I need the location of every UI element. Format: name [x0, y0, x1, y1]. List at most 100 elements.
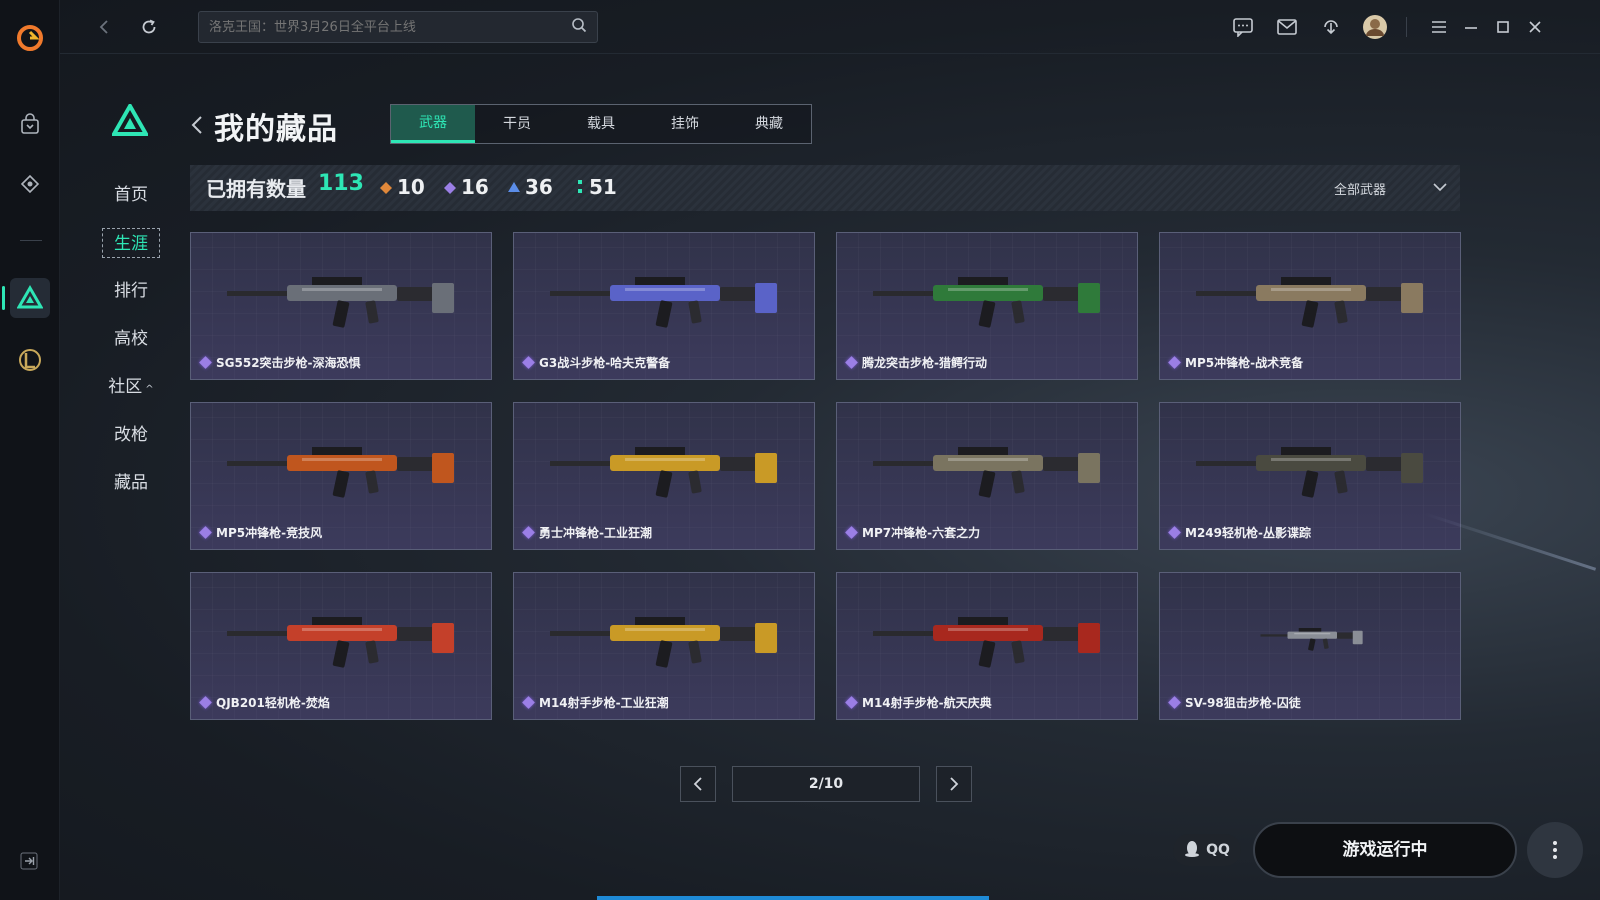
- back-button[interactable]: [90, 12, 120, 42]
- rail-divider: [20, 240, 42, 241]
- prev-page-button[interactable]: [680, 766, 716, 802]
- user-avatar[interactable]: [1360, 12, 1390, 42]
- weapon-name-text: M14射手步枪-工业狂潮: [539, 696, 669, 710]
- weapon-image: [550, 617, 777, 668]
- tab-charms[interactable]: 挂饰: [643, 105, 727, 143]
- pagination: 2/10: [680, 766, 972, 802]
- tab-vehicles[interactable]: 载具: [559, 105, 643, 143]
- nav-item-college[interactable]: 高校: [96, 324, 166, 354]
- weapon-image: [550, 277, 777, 328]
- purple-gem-icon: [199, 696, 212, 709]
- qq-label: QQ: [1206, 842, 1230, 858]
- store-bag-icon[interactable]: [10, 104, 50, 144]
- nav-item-label: 首页: [114, 185, 148, 205]
- delta-game-icon[interactable]: [10, 278, 50, 318]
- weapon-image: [550, 447, 777, 498]
- nav-item-community[interactable]: 社区 ^: [96, 372, 166, 402]
- more-vertical-icon: [1553, 841, 1557, 859]
- tab-operators[interactable]: 干员: [475, 105, 559, 143]
- weapon-card[interactable]: 勇士冲锋枪-工业狂潮: [513, 402, 815, 550]
- weapon-name: 腾龙突击步枪-猎鳄行动: [845, 354, 987, 371]
- weapon-filter-dropdown[interactable]: 全部武器: [1334, 165, 1448, 211]
- close-icon[interactable]: [1520, 12, 1550, 42]
- tab-prestige[interactable]: 典藏: [727, 105, 811, 143]
- purple-gem-icon: [1168, 526, 1181, 539]
- rarity-count: 36: [525, 175, 553, 199]
- nav-item-home[interactable]: 首页: [96, 180, 166, 210]
- top-bar: [60, 0, 1600, 54]
- weapon-name: M249轻机枪-丛影谍踪: [1168, 524, 1311, 541]
- weapon-name-text: M14射手步枪-航天庆典: [862, 696, 992, 710]
- weapon-name: QJB201轻机枪-焚焰: [199, 694, 330, 711]
- maximize-icon[interactable]: [1488, 12, 1518, 42]
- weapon-card[interactable]: MP5冲锋枪-竞技风: [190, 402, 492, 550]
- weapon-name: M14射手步枪-工业狂潮: [522, 694, 669, 711]
- weapon-card[interactable]: G3战斗步枪-哈夫克警备: [513, 232, 815, 380]
- purple-gem-icon: [199, 356, 212, 369]
- refresh-button[interactable]: [134, 12, 164, 42]
- collection-tabs: 武器 干员 载具 挂饰 典藏: [390, 104, 812, 144]
- weapon-card[interactable]: QJB201轻机枪-焚焰: [190, 572, 492, 720]
- collapse-sidebar-icon[interactable]: [20, 852, 38, 874]
- nav-item-collection[interactable]: 藏品: [96, 468, 166, 498]
- weapon-card[interactable]: MP5冲锋枪-战术竞备: [1159, 232, 1461, 380]
- title-back-icon[interactable]: [190, 114, 204, 140]
- nav-item-label: 生涯: [114, 234, 148, 254]
- weapon-card[interactable]: M14射手步枪-工业狂潮: [513, 572, 815, 720]
- game-tag-icon[interactable]: [10, 164, 50, 204]
- rail-active-indicator: [2, 286, 5, 310]
- weapon-name-text: G3战斗步枪-哈夫克警备: [539, 356, 671, 370]
- next-page-button[interactable]: [936, 766, 972, 802]
- league-game-icon[interactable]: [10, 340, 50, 380]
- weapon-name: MP5冲锋枪-战术竞备: [1168, 354, 1303, 371]
- weapon-name-text: MP7冲锋枪-六套之力: [862, 526, 981, 540]
- weapon-card[interactable]: M14射手步枪-航天庆典: [836, 572, 1138, 720]
- weapon-card[interactable]: 腾龙突击步枪-猎鳄行动: [836, 232, 1138, 380]
- app-rail: [0, 0, 60, 900]
- weapon-card[interactable]: SV-98狙击步枪-囚徒: [1159, 572, 1461, 720]
- nav-item-ranking[interactable]: 排行: [96, 276, 166, 306]
- weapon-card[interactable]: M249轻机枪-丛影谍踪: [1159, 402, 1461, 550]
- purple-gem-icon: [522, 696, 535, 709]
- minimize-icon[interactable]: [1456, 12, 1486, 42]
- more-options-button[interactable]: [1527, 822, 1583, 878]
- mail-icon[interactable]: [1272, 12, 1302, 42]
- weapon-name-text: 腾龙突击步枪-猎鳄行动: [862, 356, 987, 370]
- bottom-accent-strip: [597, 896, 989, 900]
- download-icon[interactable]: [1316, 12, 1346, 42]
- qq-login-button[interactable]: QQ: [1173, 834, 1241, 866]
- delta-logo-icon: [110, 101, 150, 140]
- owned-stats-bar: 已拥有数量 113 10 16 36 51 全部武器: [190, 165, 1460, 211]
- owned-count-label: 已拥有数量: [206, 177, 306, 201]
- weapon-card[interactable]: MP7冲锋枪-六套之力: [836, 402, 1138, 550]
- weapon-name: M14射手步枪-航天庆典: [845, 694, 992, 711]
- purple-gem-icon: [199, 526, 212, 539]
- weapon-card[interactable]: SG552突击步枪-深海恐惧: [190, 232, 492, 380]
- qq-penguin-icon: [1184, 839, 1200, 861]
- weapon-image: [1196, 277, 1423, 328]
- rarity-count: 16: [461, 175, 489, 199]
- weapon-name: SG552突击步枪-深海恐惧: [199, 354, 361, 371]
- tab-weapons[interactable]: 武器: [391, 105, 475, 143]
- nav-item-label: 改枪: [114, 425, 148, 445]
- search-box[interactable]: [198, 11, 598, 43]
- green-gem-icon: [576, 175, 584, 199]
- chat-icon[interactable]: [1228, 12, 1258, 42]
- game-running-button[interactable]: 游戏运行中: [1253, 822, 1517, 878]
- chevron-up-icon: ^: [145, 384, 154, 395]
- rarity-stat-purple: 16: [444, 175, 489, 199]
- app-logo-icon[interactable]: [10, 18, 50, 58]
- menu-icon[interactable]: [1424, 12, 1454, 42]
- nav-item-gunsmith[interactable]: 改枪: [96, 420, 166, 450]
- search-icon[interactable]: [571, 17, 587, 37]
- weapon-name-text: M249轻机枪-丛影谍踪: [1185, 526, 1311, 540]
- weapon-name-text: SG552突击步枪-深海恐惧: [216, 356, 361, 370]
- purple-gem-icon: [1168, 356, 1181, 369]
- search-input[interactable]: [209, 19, 571, 35]
- nav-item-career[interactable]: 生涯: [102, 228, 160, 258]
- weapon-image: [873, 277, 1100, 328]
- chevron-down-icon: [1432, 181, 1448, 196]
- weapon-image: [1196, 447, 1423, 498]
- purple-gem-icon: [845, 356, 858, 369]
- weapon-name-text: MP5冲锋枪-竞技风: [216, 526, 323, 540]
